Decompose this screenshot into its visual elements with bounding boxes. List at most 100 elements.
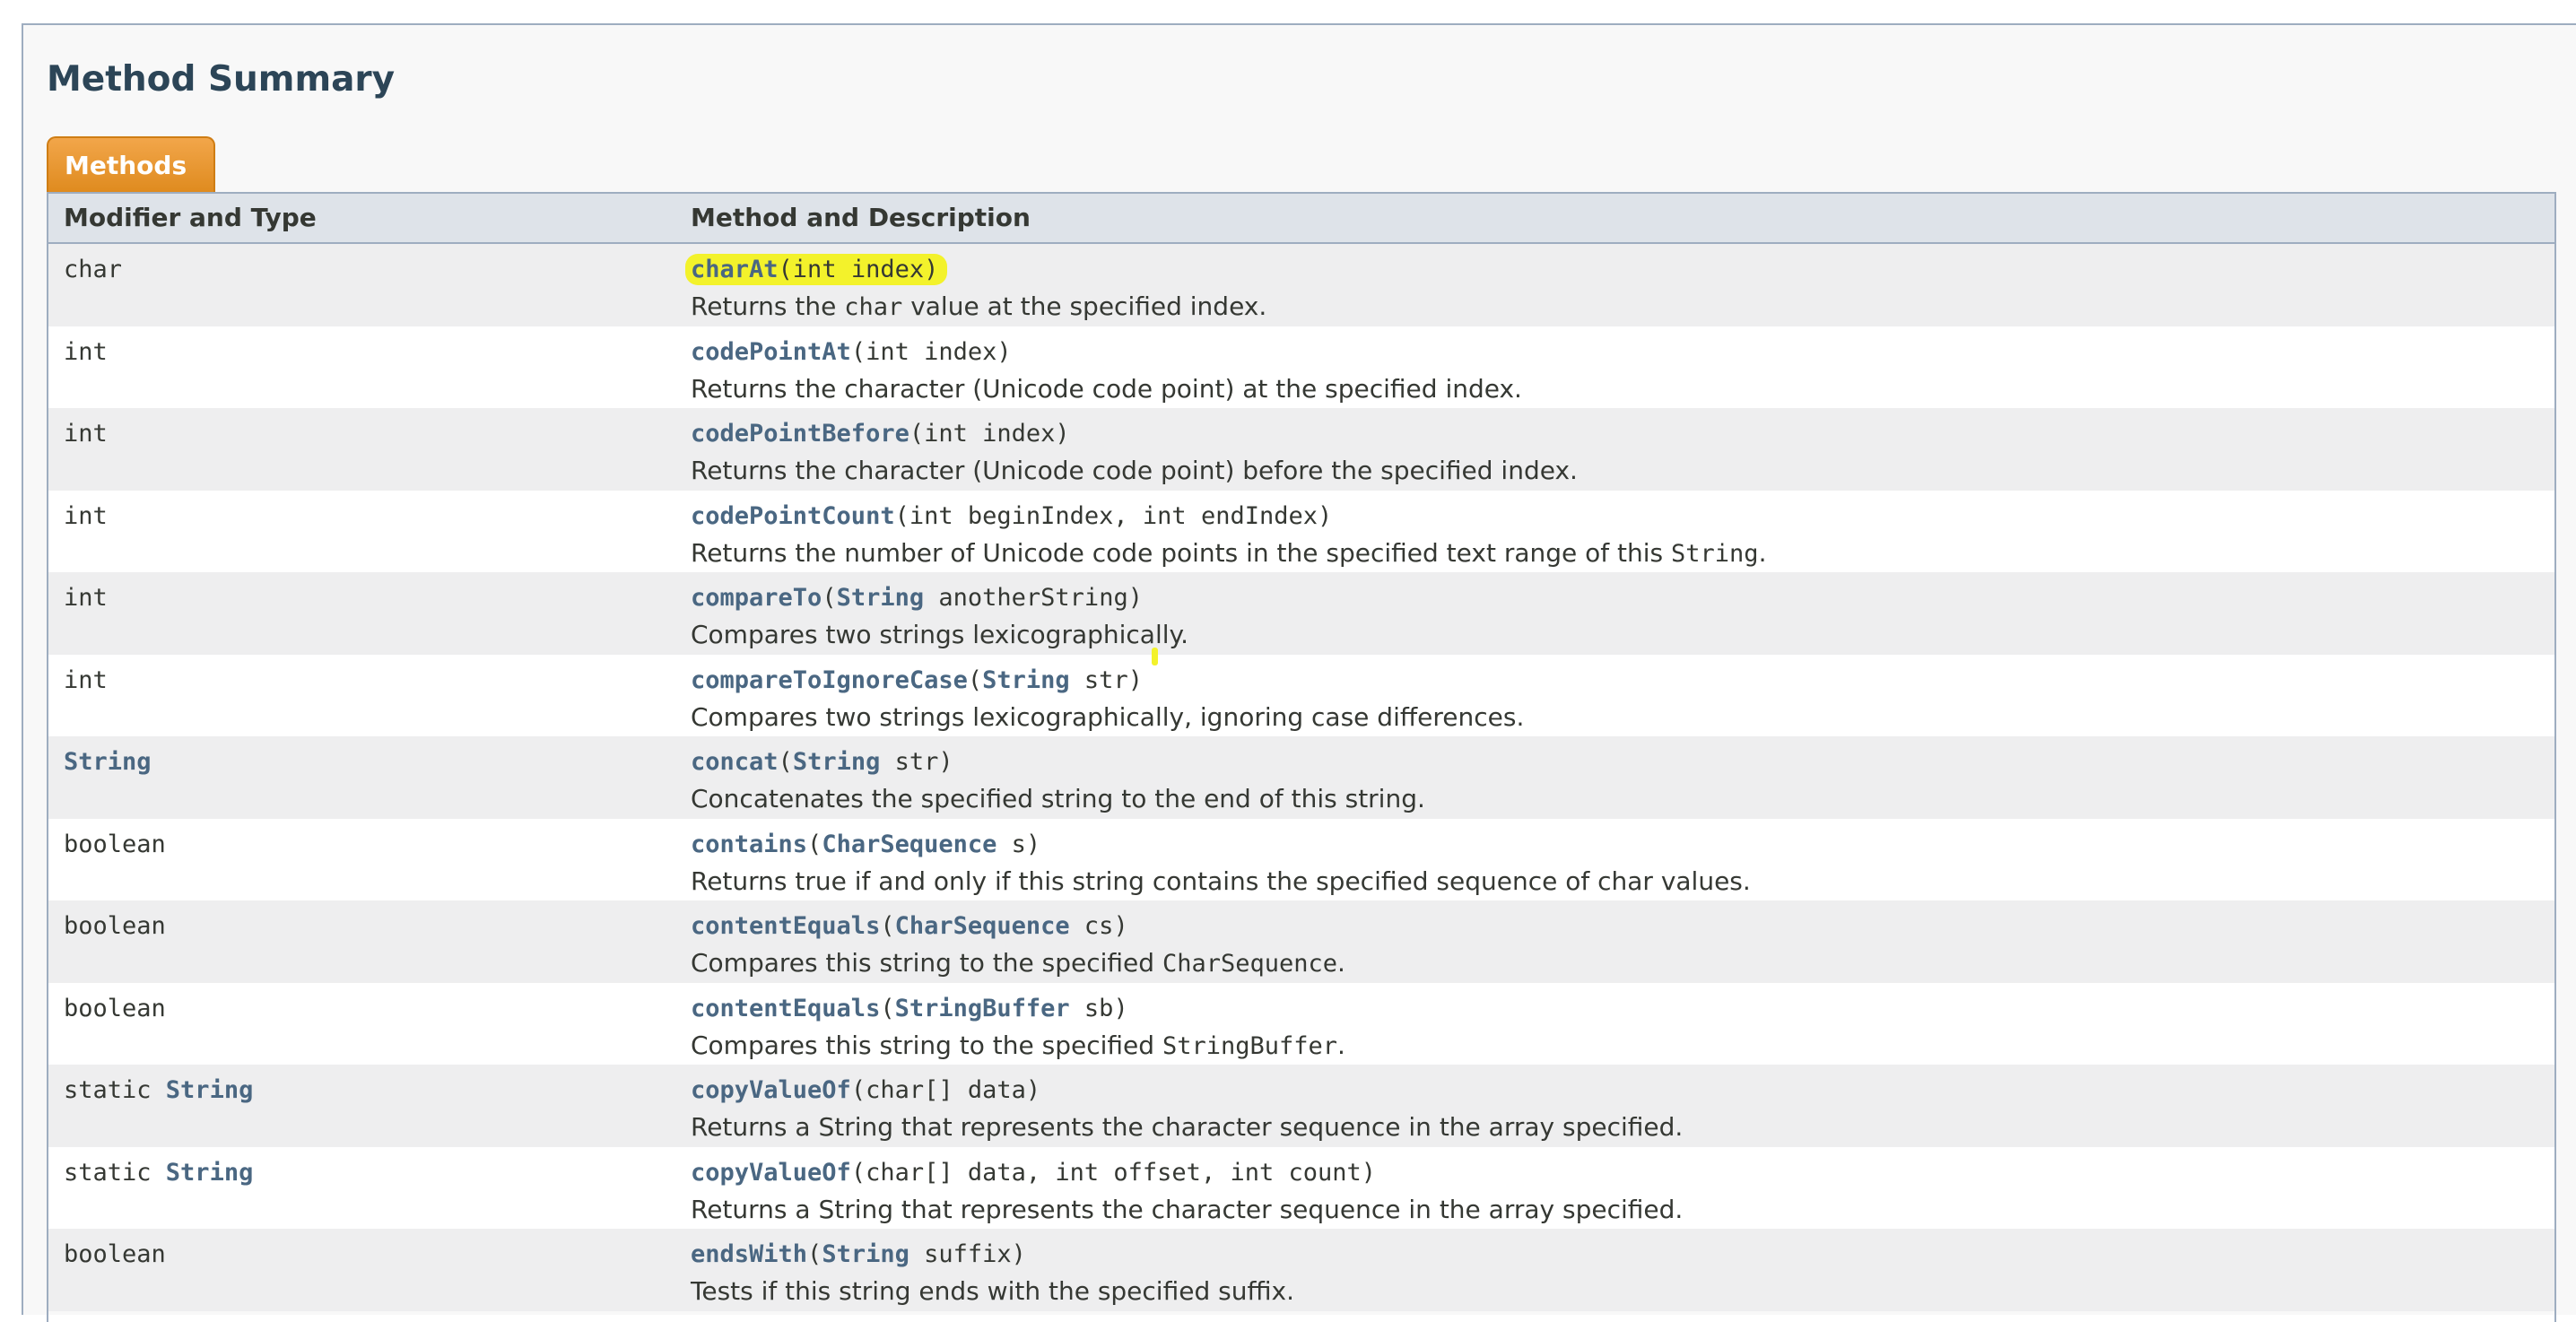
method-link-codepointbefore[interactable]: codePointBefore — [691, 420, 909, 448]
method-text: (int index) — [778, 256, 939, 283]
description-text: Returns the number of Unicode code point… — [691, 537, 1672, 568]
method-text: ( — [967, 665, 983, 694]
method-link-comparetoignorecase[interactable]: compareToIgnoreCase — [691, 666, 968, 694]
description-text: Returns true if and only if this string … — [691, 865, 1751, 896]
type-text: int — [64, 584, 108, 612]
method-signature: compareTo(String anotherString) — [691, 584, 1143, 612]
table-row: boolean contentEquals(CharSequence cs) Com… — [48, 900, 2554, 983]
modifier-type-cell: String — [64, 745, 152, 779]
type-link-string[interactable]: String — [166, 1159, 254, 1187]
modifier-type-cell: int — [64, 581, 108, 615]
method-text: suffix) — [909, 1240, 1026, 1268]
method-text: (int beginIndex, int endIndex) — [894, 501, 1333, 530]
method-description-cell: Compares two strings lexicographically, … — [691, 700, 1524, 735]
table-row: String concat(String str) Concatenates the… — [48, 736, 2554, 819]
method-text: str) — [1069, 665, 1143, 694]
table-row: char charAt(int index) Returns the char va… — [48, 244, 2554, 326]
method-signature: codePointCount(int beginIndex, int endIn… — [691, 502, 1332, 530]
method-signature-cell: contains(CharSequence s) — [691, 828, 1040, 862]
modifier-type-cell: boolean — [64, 1238, 166, 1272]
description-text: . — [1758, 537, 1767, 568]
tab-methods[interactable]: Methods — [47, 136, 215, 192]
method-signature-cell: compareTo(String anotherString) — [691, 581, 1143, 615]
method-description-cell: Compares this string to the specified Ch… — [691, 946, 1345, 981]
description-text: Compares two strings lexicographically, … — [691, 701, 1525, 732]
type-text: static — [64, 1158, 166, 1187]
method-text: (int index) — [850, 337, 1012, 366]
method-signature-cell: compareToIgnoreCase(String str) — [691, 664, 1143, 698]
method-signature: codePointAt(int index) — [691, 338, 1012, 366]
modifier-type-cell: boolean — [64, 909, 166, 944]
method-link-charsequence[interactable]: CharSequence — [822, 831, 996, 858]
description-text: Compares this string to the specified — [691, 1030, 1162, 1060]
method-description-cell: Tests if this string ends with the speci… — [691, 1274, 1294, 1309]
type-link-string[interactable]: String — [166, 1076, 254, 1104]
method-signature: compareToIgnoreCase(String str) — [691, 666, 1143, 694]
table-body: char charAt(int index) Returns the char va… — [48, 244, 2554, 1311]
description-text: value at the specified index. — [902, 291, 1267, 321]
method-link-charsequence[interactable]: CharSequence — [895, 912, 1070, 940]
table-row: int codePointAt(int index) Returns the cha… — [48, 326, 2554, 408]
description-text: . — [1337, 1030, 1345, 1060]
method-link-string[interactable]: String — [793, 748, 881, 776]
method-link-concat[interactable]: concat — [691, 748, 779, 776]
type-text: boolean — [64, 1240, 166, 1268]
method-text: ( — [778, 748, 793, 776]
method-signature: endsWith(String suffix) — [691, 1240, 1026, 1268]
description-text: Compares this string to the specified — [691, 948, 1162, 978]
method-description-cell: Returns the character (Unicode code poin… — [691, 454, 1578, 488]
description-text: Tests if this string ends with the speci… — [691, 1276, 1294, 1306]
method-text: (int index) — [909, 420, 1070, 448]
method-link-stringbuffer[interactable]: StringBuffer — [895, 995, 1070, 1022]
method-link-string[interactable]: String — [982, 666, 1070, 694]
method-description-cell: Returns a String that represents the cha… — [691, 1110, 1683, 1144]
method-link-codepointat[interactable]: codePointAt — [691, 338, 851, 366]
method-link-endswith[interactable]: endsWith — [691, 1240, 807, 1268]
method-summary-table: Modifier and Type Method and Description… — [47, 192, 2556, 1322]
type-link-string[interactable]: String — [64, 748, 152, 776]
table-row: static String copyValueOf(char[] data) Ret… — [48, 1065, 2554, 1147]
method-link-contains[interactable]: contains — [691, 831, 807, 858]
method-text: cs) — [1069, 912, 1128, 940]
method-signature: codePointBefore(int index) — [691, 420, 1070, 448]
method-description-cell: Returns the char value at the specified … — [691, 290, 1266, 325]
method-link-copyvalueof[interactable]: copyValueOf — [691, 1159, 851, 1187]
modifier-type-cell: static String — [64, 1156, 253, 1190]
method-signature: copyValueOf(char[] data) — [691, 1076, 1040, 1104]
method-link-string[interactable]: String — [822, 1240, 909, 1268]
highlighted-signature: charAt(int index) — [685, 254, 948, 285]
method-description-cell: Compares this string to the specified St… — [691, 1029, 1345, 1064]
method-link-codepointcount[interactable]: codePointCount — [691, 502, 895, 530]
description-text: Returns the character (Unicode code poin… — [691, 373, 1522, 404]
method-link-string[interactable]: String — [837, 584, 925, 612]
description-text: Compares two strings lexicographically. — [691, 620, 1188, 649]
method-text: (char[] data, int offset, int count) — [850, 1158, 1377, 1187]
type-text: boolean — [64, 912, 166, 940]
description-code-text: String — [1671, 539, 1759, 568]
description-code-text: StringBuffer — [1162, 1031, 1338, 1060]
method-description-cell: Returns the number of Unicode code point… — [691, 536, 1766, 571]
method-text: ( — [807, 1240, 822, 1268]
description-text: Returns the character (Unicode code poin… — [691, 456, 1578, 485]
method-signature-cell: copyValueOf(char[] data, int offset, int… — [691, 1156, 1376, 1190]
method-description-cell: Returns a String that represents the cha… — [691, 1193, 1683, 1227]
method-link-compareto[interactable]: compareTo — [691, 584, 822, 612]
type-text: char — [64, 256, 123, 283]
method-link-charat[interactable]: charAt — [691, 256, 779, 283]
highlight-mark — [1152, 648, 1158, 665]
type-text: int — [64, 337, 108, 366]
table-row: int compareToIgnoreCase(String str) Compar… — [48, 654, 2554, 736]
modifier-type-cell: int — [64, 335, 108, 370]
method-signature-cell: charAt(int index) — [685, 253, 948, 287]
description-text: Concatenates the specified string to the… — [691, 784, 1425, 813]
type-text: int — [64, 665, 108, 694]
method-description-cell: Returns true if and only if this string … — [691, 865, 1751, 899]
modifier-type-cell: boolean — [64, 828, 166, 862]
method-signature: concat(String str) — [691, 748, 953, 776]
method-text: ( — [822, 584, 837, 612]
method-link-copyvalueof[interactable]: copyValueOf — [691, 1076, 851, 1104]
method-link-contentequals[interactable]: contentEquals — [691, 912, 880, 940]
method-link-contentequals[interactable]: contentEquals — [691, 995, 880, 1022]
method-signature-cell: codePointAt(int index) — [691, 335, 1012, 370]
method-text: (char[] data) — [850, 1076, 1041, 1104]
